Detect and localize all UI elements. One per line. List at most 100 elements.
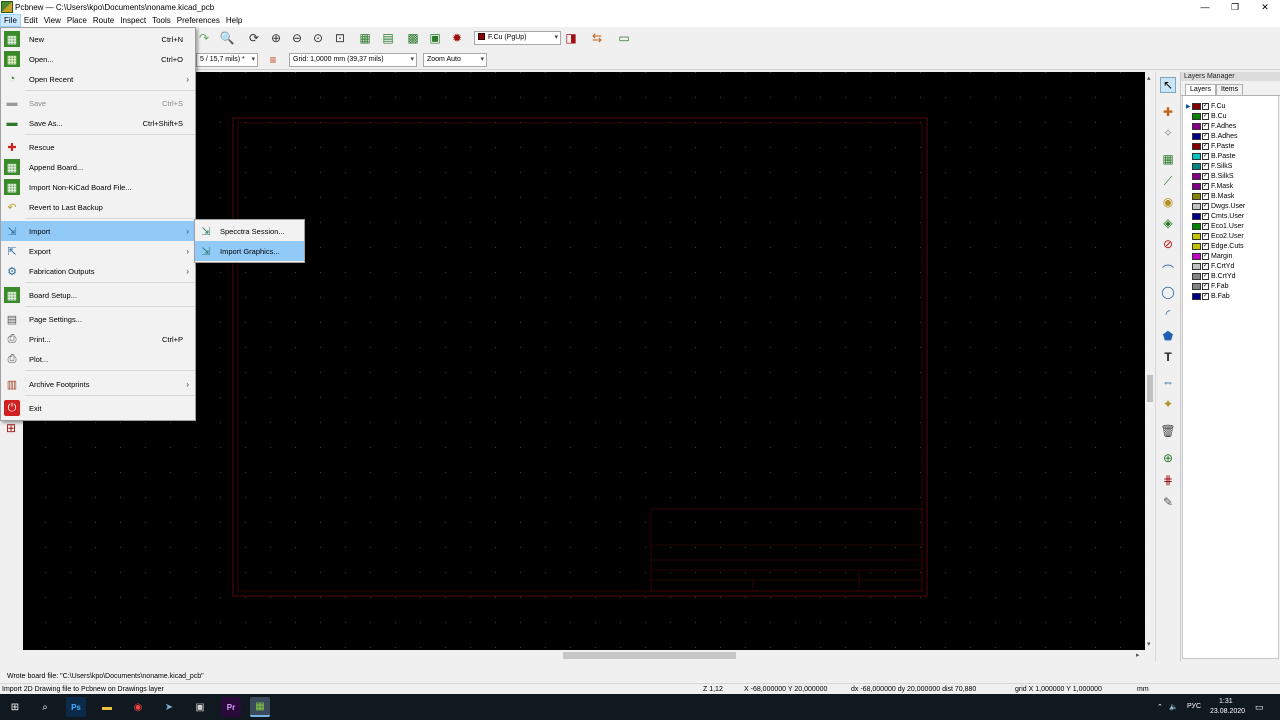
- menu-item-fabrication[interactable]: ⚙ Fabrication Outputs ›: [1, 261, 195, 281]
- measure-tool-icon[interactable]: ✎: [1160, 494, 1176, 510]
- tray-chevron-icon[interactable]: ⌃: [1157, 703, 1163, 711]
- layer-row[interactable]: ✓ F.SilkS: [1183, 161, 1278, 171]
- layer-color-swatch[interactable]: [1192, 142, 1201, 150]
- scroll-up-icon[interactable]: ▴: [1147, 74, 1151, 82]
- layer-row[interactable]: ✓ B.Cu: [1183, 111, 1278, 121]
- image-viewer-icon[interactable]: ▣: [190, 697, 210, 717]
- refresh-icon[interactable]: ⟳: [246, 30, 262, 46]
- menu-route[interactable]: Route: [90, 14, 117, 27]
- grid-origin-icon[interactable]: ⋕: [1160, 472, 1176, 488]
- pcbnew-taskbar-icon[interactable]: ▦: [250, 697, 270, 717]
- layer-visibility-checkbox[interactable]: ✓: [1202, 132, 1209, 140]
- layer-row[interactable]: ✓ B.CrtYd: [1183, 271, 1278, 281]
- track-width-selector[interactable]: 5 / 15,7 mils) * ▾: [196, 53, 258, 67]
- menu-tools[interactable]: Tools: [149, 14, 174, 27]
- menu-item-append-board[interactable]: ▦ Append Board...: [1, 157, 195, 177]
- layer-row[interactable]: ✓ Edge.Cuts: [1183, 241, 1278, 251]
- layer-row[interactable]: ✓ F.Adhes: [1183, 121, 1278, 131]
- layer-visibility-checkbox[interactable]: ✓: [1202, 172, 1209, 180]
- keepout-icon[interactable]: ⊘: [1160, 236, 1176, 252]
- zoom-selector[interactable]: Zoom Auto ▾: [423, 53, 487, 67]
- zoom-in-icon[interactable]: ⊕: [268, 30, 284, 46]
- menu-item-archive-footprints[interactable]: ▥ Archive Footprints ›: [1, 374, 195, 394]
- menu-help[interactable]: Help: [223, 14, 245, 27]
- layer-row[interactable]: ✓ B.Adhes: [1183, 131, 1278, 141]
- layer-row[interactable]: ✓ Eco1.User: [1183, 221, 1278, 231]
- menu-item-print[interactable]: ⎙ Print... Ctrl+P: [1, 329, 195, 349]
- menu-item-save[interactable]: ▬ Save Ctrl+S: [1, 93, 195, 113]
- layer-visibility-checkbox[interactable]: ✓: [1202, 242, 1209, 250]
- vertical-scrollbar[interactable]: ▴ ▾: [1145, 72, 1155, 650]
- add-polygon-icon[interactable]: ⬟: [1160, 328, 1176, 344]
- menu-item-page-settings[interactable]: ▤ Page Settings...: [1, 309, 195, 329]
- delete-icon[interactable]: 🗑: [1160, 423, 1176, 439]
- notification-icon[interactable]: ▭: [1255, 702, 1264, 713]
- tab-items[interactable]: Items: [1216, 84, 1244, 95]
- layer-color-swatch[interactable]: [1192, 112, 1201, 120]
- menu-item-exit[interactable]: ⏻ Exit: [1, 398, 195, 418]
- horizontal-scrollbar[interactable]: ▸: [23, 650, 1145, 661]
- menu-item-save-as[interactable]: ▬ Save As... Ctrl+Shift+S: [1, 113, 195, 133]
- vertical-scroll-thumb[interactable]: [1147, 375, 1153, 402]
- menu-item-plot[interactable]: ⎙ Plot...: [1, 349, 195, 369]
- minimize-button[interactable]: —: [1190, 0, 1220, 14]
- highlight-net-icon[interactable]: ✚: [1160, 104, 1176, 120]
- redo-icon[interactable]: ↷: [196, 30, 212, 46]
- photoshop-icon[interactable]: Ps: [66, 697, 86, 717]
- menu-item-board-setup[interactable]: ▦ Board Setup...: [1, 285, 195, 305]
- telegram-icon[interactable]: ➤: [159, 697, 179, 717]
- menu-item-import-non-kicad[interactable]: ▦ Import Non-KiCad Board File...: [1, 177, 195, 197]
- drill-origin-icon[interactable]: ⊕: [1160, 450, 1176, 466]
- zoom-selection-icon[interactable]: ⊡: [332, 30, 348, 46]
- layer-color-swatch[interactable]: [1192, 212, 1201, 220]
- layer-visibility-checkbox[interactable]: ✓: [1202, 182, 1209, 190]
- menu-item-open[interactable]: ▦ Open... Ctrl+O: [1, 49, 195, 69]
- scripting-icon[interactable]: ⇆: [589, 30, 605, 46]
- layer-color-swatch[interactable]: [1192, 232, 1201, 240]
- menu-item-export[interactable]: ⇱ Export ›: [1, 241, 195, 261]
- menu-preferences[interactable]: Preferences: [174, 14, 223, 27]
- layer-visibility-checkbox[interactable]: ✓: [1202, 152, 1209, 160]
- menu-file[interactable]: File: [0, 14, 21, 27]
- layer-color-swatch[interactable]: [1192, 222, 1201, 230]
- search-icon[interactable]: ⌕: [35, 697, 55, 717]
- layer-row[interactable]: ✓ Margin: [1183, 251, 1278, 261]
- horizontal-scroll-thumb[interactable]: [563, 652, 736, 659]
- menu-inspect[interactable]: Inspect: [117, 14, 149, 27]
- scroll-right-icon[interactable]: ▸: [1136, 651, 1140, 659]
- layer-row[interactable]: ✓ F.Paste: [1183, 141, 1278, 151]
- local-ratsnest-icon[interactable]: ✧: [1160, 125, 1176, 141]
- layer-color-swatch[interactable]: [1192, 152, 1201, 160]
- add-arc-icon[interactable]: ◜: [1160, 306, 1176, 322]
- layer-visibility-checkbox[interactable]: ✓: [1202, 102, 1209, 110]
- layer-row[interactable]: ▶ ✓ F.Cu: [1183, 101, 1278, 111]
- layer-color-swatch[interactable]: [1192, 242, 1201, 250]
- layer-visibility-checkbox[interactable]: ✓: [1202, 222, 1209, 230]
- start-icon[interactable]: ⊞: [5, 697, 25, 717]
- menu-item-new[interactable]: ▦ New Ctrl+N: [1, 29, 195, 49]
- layer-visibility-checkbox[interactable]: ✓: [1202, 282, 1209, 290]
- file-explorer-icon[interactable]: ▬: [97, 697, 117, 717]
- python-console-icon[interactable]: ▭: [616, 30, 632, 46]
- layer-row[interactable]: ✓ B.Mask: [1183, 191, 1278, 201]
- menu-item-specctra-session[interactable]: ⇲ Specctra Session...: [195, 221, 304, 241]
- layer-color-swatch[interactable]: [1192, 202, 1201, 210]
- layer-visibility-checkbox[interactable]: ✓: [1202, 212, 1209, 220]
- grid-selector[interactable]: Grid: 1,0000 mm (39,37 mils) ▾: [289, 53, 417, 67]
- layer-color-swatch[interactable]: [1192, 292, 1201, 300]
- layer-visibility-checkbox[interactable]: ✓: [1202, 262, 1209, 270]
- menu-item-revert[interactable]: ↶ Revert to Last Backup: [1, 197, 195, 217]
- layer-color-swatch[interactable]: [1192, 102, 1201, 110]
- maximize-button[interactable]: ❐: [1220, 0, 1250, 14]
- layer-row[interactable]: ✓ Eco2.User: [1183, 231, 1278, 241]
- layer-row[interactable]: ✓ Dwgs.User: [1183, 201, 1278, 211]
- layer-row[interactable]: ✓ Cmts.User: [1183, 211, 1278, 221]
- layer-visibility-checkbox[interactable]: ✓: [1202, 112, 1209, 120]
- find-icon[interactable]: 🔍: [219, 30, 235, 46]
- layer-row[interactable]: ✓ F.Fab: [1183, 281, 1278, 291]
- layer-selector[interactable]: F.Cu (PgUp) ▾: [474, 31, 561, 45]
- layer-row[interactable]: ✓ B.SilkS: [1183, 171, 1278, 181]
- layer-visibility-checkbox[interactable]: ✓: [1202, 252, 1209, 260]
- tray-language[interactable]: РУС: [1187, 703, 1201, 710]
- layer-color-swatch[interactable]: [1192, 252, 1201, 260]
